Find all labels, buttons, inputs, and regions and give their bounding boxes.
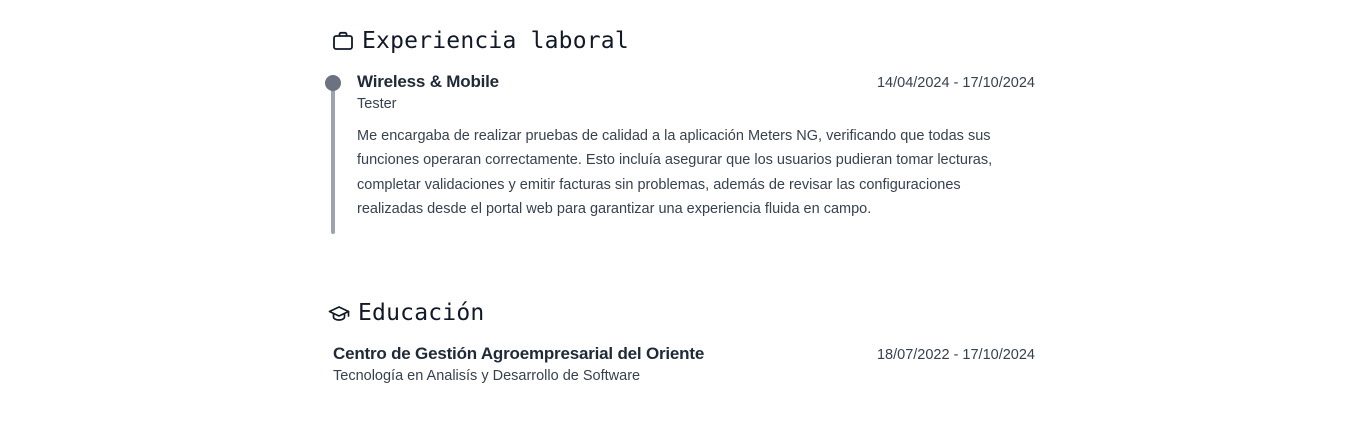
education-institution: Centro de Gestión Agroempresarial del Or… [333,344,705,363]
experience-heading: Experiencia laboral [362,28,629,54]
experience-company: Wireless & Mobile [357,72,499,91]
experience-entry: Wireless & Mobile 14/04/2024 - 17/10/202… [325,72,1035,235]
timeline-line [331,80,335,234]
education-entry-header: Centro de Gestión Agroempresarial del Or… [333,344,1035,364]
education-section-title: Educación [328,300,484,326]
education-program: Tecnología en Analisís y Desarrollo de S… [333,368,641,384]
experience-section-title: Experiencia laboral [332,28,629,54]
experience-role: Tester [357,96,397,112]
timeline-dot [325,75,341,91]
experience-entry-header: Wireless & Mobile 14/04/2024 - 17/10/202… [357,72,1035,92]
experience-dates: 14/04/2024 - 17/10/2024 [876,75,1035,91]
experience-description: Me encargaba de realizar pruebas de cali… [357,128,993,217]
education-heading: Educación [358,300,485,326]
graduation-cap-icon [328,303,350,323]
briefcase-icon [332,31,354,51]
education-dates: 18/07/2022 - 17/10/2024 [876,347,1035,363]
